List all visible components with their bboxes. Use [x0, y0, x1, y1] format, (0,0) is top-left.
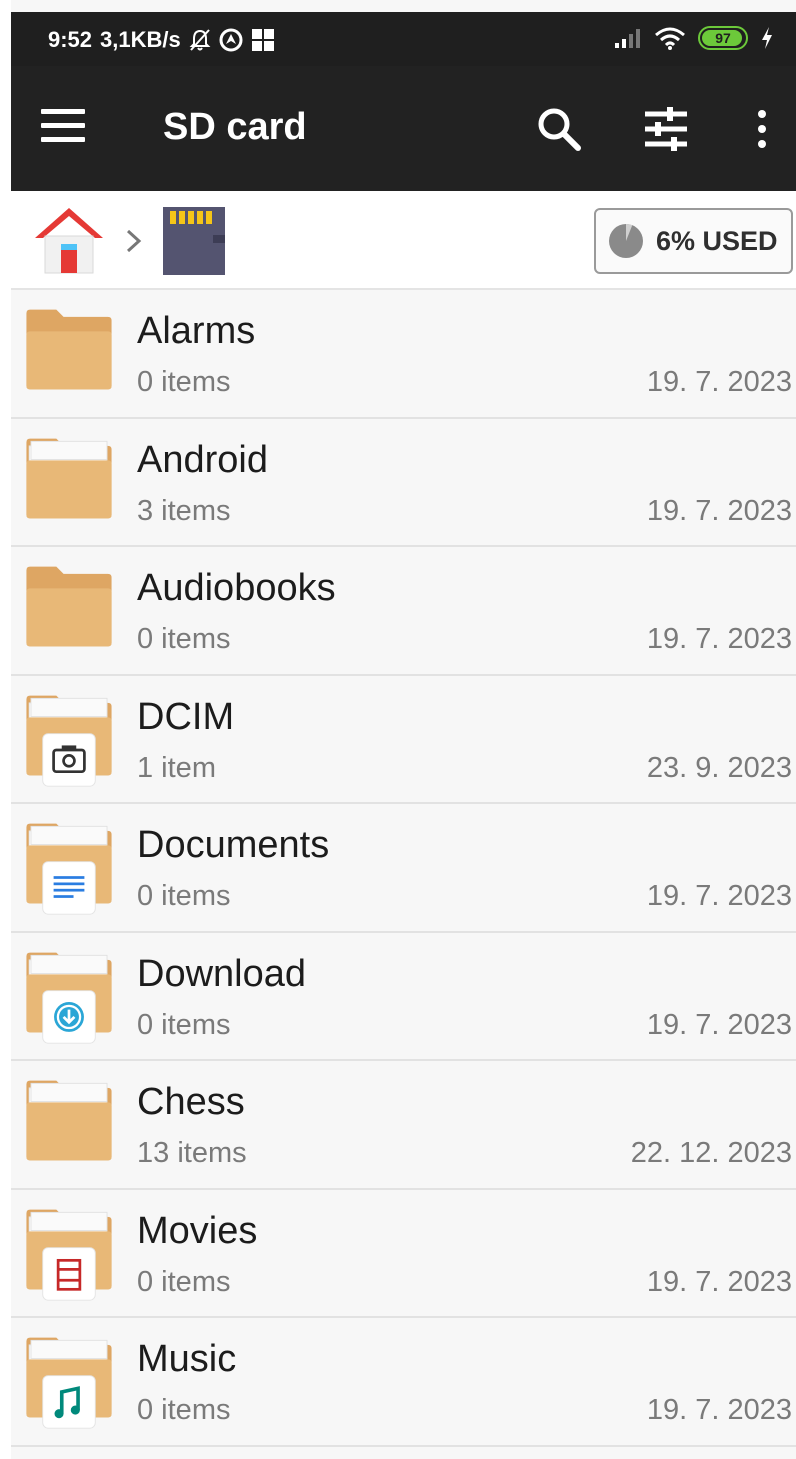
file-name: Alarms: [137, 310, 256, 352]
file-date: 19. 7. 2023: [646, 494, 792, 527]
file-item-count: 13 items: [137, 1137, 247, 1169]
wifi-icon: [655, 27, 685, 50]
charging-icon: [762, 27, 772, 49]
status-time: 9:52: [48, 27, 93, 52]
file-name: Download: [137, 952, 306, 995]
file-date: 19. 7. 2023: [646, 366, 792, 398]
file-item-count: 3 items: [137, 494, 231, 527]
notification-icon: [251, 29, 274, 51]
file-name: Android: [137, 438, 268, 481]
music-folder-icon: [26, 1337, 112, 1429]
file-name: Movies: [137, 1209, 258, 1252]
home-icon[interactable]: [33, 206, 105, 274]
menu-icon[interactable]: [41, 109, 85, 145]
file-name: Documents: [137, 824, 330, 866]
storage-usage-badge[interactable]: 6% USED: [594, 208, 793, 274]
status-left: 9:52 3,1KB/s: [48, 27, 275, 53]
list-item[interactable]: Audiobooks 0 items 19. 7. 2023: [11, 547, 796, 676]
file-name: Chess: [137, 1081, 245, 1123]
file-item-count: 0 items: [137, 880, 231, 912]
movie-folder-icon: [26, 1209, 112, 1301]
usage-pie-icon: [609, 224, 643, 258]
file-date: 22. 12. 2023: [630, 1137, 792, 1169]
file-date: 19. 7. 2023: [646, 1394, 792, 1426]
bell-off-icon: [189, 29, 211, 51]
file-name: DCIM: [137, 695, 235, 738]
list-item[interactable]: Movies 0 items 19. 7. 2023: [11, 1189, 796, 1318]
file-date: 19. 7. 2023: [646, 880, 792, 912]
signal-icon: [615, 29, 640, 48]
list-item[interactable]: Alarms 0 items 19. 7. 2023: [11, 290, 796, 419]
battery-level: 97: [715, 30, 731, 46]
more-vert-icon[interactable]: [749, 104, 775, 154]
file-item-count: 0 items: [137, 1265, 231, 1298]
file-name: Audiobooks: [137, 567, 336, 609]
file-date: 19. 7. 2023: [646, 1265, 792, 1298]
file-name: Music: [137, 1338, 237, 1380]
file-date: 19. 7. 2023: [646, 623, 792, 655]
file-item-count: 0 items: [137, 1394, 231, 1426]
file-item-count: 0 items: [137, 623, 231, 655]
status-speed: 3,1KB/s: [100, 27, 181, 52]
list-item[interactable]: Music 0 items 19. 7. 2023: [11, 1318, 796, 1447]
sd-card-icon[interactable]: [161, 205, 227, 277]
search-icon[interactable]: [536, 106, 582, 152]
camera-folder-icon: [26, 695, 112, 787]
list-item[interactable]: DCIM 1 item 23. 9. 2023: [11, 675, 796, 804]
folder-with-files-icon: [26, 1080, 112, 1161]
chevron-right-icon: [126, 229, 142, 253]
page-title: SD card: [163, 106, 307, 148]
location-icon: [219, 28, 243, 52]
file-list: Alarms 0 items 19. 7. 2023 Android 3 ite…: [11, 290, 796, 1447]
breadcrumb: 6% USED: [11, 191, 796, 290]
file-item-count: 0 items: [137, 366, 231, 398]
folder-icon: [26, 309, 112, 390]
list-item[interactable]: Download 0 items 19. 7. 2023: [11, 932, 796, 1061]
app-bar: SD card: [11, 66, 796, 191]
list-item[interactable]: Documents 0 items 19. 7. 2023: [11, 804, 796, 933]
battery-indicator: 97: [698, 26, 748, 50]
status-right: 97: [614, 26, 774, 50]
usage-label: 6% USED: [656, 225, 778, 256]
folder-icon: [26, 566, 112, 647]
filter-icon[interactable]: [643, 106, 689, 152]
file-date: 19. 7. 2023: [646, 1008, 792, 1041]
download-folder-icon: [26, 952, 112, 1044]
file-item-count: 0 items: [137, 1008, 231, 1041]
file-item-count: 1 item: [137, 751, 216, 784]
list-item[interactable]: Android 3 items 19. 7. 2023: [11, 418, 796, 547]
file-date: 23. 9. 2023: [646, 751, 792, 784]
list-item[interactable]: Chess 13 items 22. 12. 2023: [11, 1061, 796, 1190]
folder-with-files-icon: [26, 438, 112, 518]
status-bar: 9:52 3,1KB/s 97: [11, 12, 796, 66]
document-folder-icon: [26, 823, 112, 915]
